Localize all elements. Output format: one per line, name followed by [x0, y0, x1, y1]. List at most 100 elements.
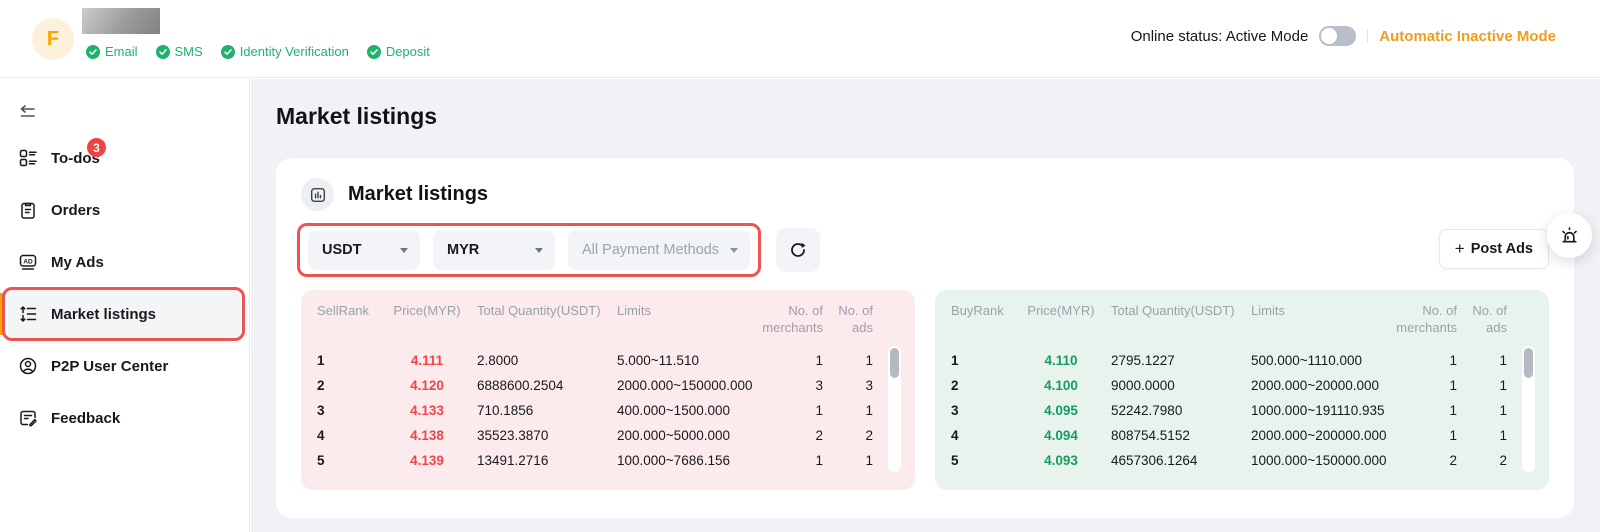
coin-select-value: USDT	[322, 242, 361, 258]
cell: 3	[759, 378, 823, 393]
sidebar-item-p2p-user-center[interactable]: P2P User Center	[8, 340, 241, 392]
badge-label: Deposit	[386, 44, 430, 59]
coin-select[interactable]: USDT	[308, 230, 420, 270]
cell: 1	[1457, 403, 1507, 418]
refresh-button[interactable]	[776, 228, 820, 272]
column-header: Total Quantity(USDT)	[477, 302, 617, 319]
cell: 2000.000~20000.000	[1251, 378, 1393, 393]
cell: 1	[1393, 353, 1457, 368]
divider	[1367, 29, 1368, 43]
cell: 2	[823, 428, 873, 443]
badge-label: Email	[105, 44, 138, 59]
sidebar-item-todos[interactable]: To-dos 3	[8, 132, 241, 184]
todos-icon	[18, 148, 38, 168]
sidebar-item-feedback[interactable]: Feedback	[8, 392, 241, 444]
chevron-down-icon	[400, 248, 408, 253]
toggle-knob	[1321, 28, 1337, 44]
cell: 4	[317, 428, 377, 443]
sidebar-menu: To-dos 3 Orders AD My Ads	[8, 132, 241, 444]
payment-method-select[interactable]: All Payment Methods	[568, 230, 750, 270]
check-icon	[156, 45, 170, 59]
cell: 1	[759, 353, 823, 368]
cell: 2000.000~150000.000	[617, 378, 759, 393]
cell: 3	[823, 378, 873, 393]
alert-fab[interactable]	[1547, 213, 1592, 258]
scrollbar-thumb[interactable]	[1524, 348, 1533, 378]
cell: 2000.000~200000.000	[1251, 428, 1393, 443]
price-cell: 4.138	[377, 428, 477, 443]
sidebar-item-label: Feedback	[51, 410, 120, 427]
cell: 500.000~1110.000	[1251, 353, 1393, 368]
market-listings-card: Market listings USDT MYR All Payment Met…	[276, 158, 1574, 518]
cell: 1	[1393, 428, 1457, 443]
filter-row: USDT MYR All Payment Methods	[301, 226, 1549, 274]
online-status-label: Online status: Active Mode	[1131, 28, 1309, 45]
cell: 35523.3870	[477, 428, 617, 443]
table-row: 34.09552242.79801000.000~191110.93511	[951, 398, 1533, 423]
fiat-select[interactable]: MYR	[433, 230, 555, 270]
user-icon	[18, 356, 38, 376]
cell: 1	[951, 353, 1011, 368]
badge-email: Email	[86, 44, 138, 59]
cell: 3	[951, 403, 1011, 418]
cell: 2	[759, 428, 823, 443]
siren-icon	[1558, 224, 1581, 247]
table-row: 54.0934657306.12641000.000~150000.00022	[951, 448, 1533, 473]
cell: 2795.1227	[1111, 353, 1251, 368]
cell: 1	[823, 453, 873, 468]
badge-label: Identity Verification	[240, 44, 349, 59]
cell: 1	[823, 353, 873, 368]
table-row: 14.1112.80005.000~11.51011	[317, 348, 899, 373]
sidebar-item-label: P2P User Center	[51, 358, 168, 375]
cell: 3	[317, 403, 377, 418]
column-header: No. of merchants	[759, 302, 823, 336]
chevron-down-icon	[730, 248, 738, 253]
column-header: SellRank	[317, 302, 377, 319]
top-header: F Email SMS Identity Verification Deposi…	[0, 0, 1600, 78]
cell: 2	[317, 378, 377, 393]
post-ads-button[interactable]: + Post Ads	[1439, 229, 1549, 269]
column-header: No. of ads	[823, 302, 873, 336]
cell: 13491.2716	[477, 453, 617, 468]
svg-text:AD: AD	[23, 258, 33, 265]
column-header: No. of ads	[1457, 302, 1507, 336]
cell: 808754.5152	[1111, 428, 1251, 443]
cell: 2	[1393, 453, 1457, 468]
avatar[interactable]: F	[32, 18, 74, 60]
active-indicator-bar	[0, 293, 5, 335]
price-cell: 4.120	[377, 378, 477, 393]
my-ads-icon: AD	[18, 252, 38, 272]
main-content: Market listings Market listings USDT MYR	[251, 79, 1600, 532]
cell: 200.000~5000.000	[617, 428, 759, 443]
check-icon	[367, 45, 381, 59]
feedback-icon	[18, 408, 38, 428]
post-ads-label: Post Ads	[1471, 241, 1533, 257]
market-listings-icon	[18, 304, 38, 324]
cell: 4657306.1264	[1111, 453, 1251, 468]
cell: 1000.000~150000.000	[1251, 453, 1393, 468]
price-cell: 4.093	[1011, 453, 1111, 468]
chevron-down-icon	[535, 248, 543, 253]
sidebar-item-label: Orders	[51, 202, 100, 219]
sidebar-item-market-listings[interactable]: Market listings	[8, 288, 241, 340]
buy-table-panel: BuyRankPrice(MYR)Total Quantity(USDT)Lim…	[935, 290, 1549, 490]
buy-table-scrollbar	[1522, 346, 1535, 472]
automatic-inactive-mode-link[interactable]: Automatic Inactive Mode	[1379, 28, 1556, 45]
annotation-filter-box: USDT MYR All Payment Methods	[297, 223, 761, 277]
table-row: 24.1009000.00002000.000~20000.00011	[951, 373, 1533, 398]
column-header: Price(MYR)	[377, 302, 477, 319]
sidebar-item-my-ads[interactable]: AD My Ads	[8, 236, 241, 288]
todos-count-badge: 3	[87, 138, 106, 157]
online-status-toggle[interactable]	[1319, 26, 1356, 46]
price-cell: 4.100	[1011, 378, 1111, 393]
cell: 1	[823, 403, 873, 418]
username-redacted	[82, 8, 160, 34]
sidebar-item-orders[interactable]: Orders	[8, 184, 241, 236]
cell: 1000.000~191110.935	[1251, 403, 1393, 418]
cell: 5	[951, 453, 1011, 468]
cell: 1	[1393, 403, 1457, 418]
table-row: 44.13835523.3870200.000~5000.00022	[317, 423, 899, 448]
cell: 9000.0000	[1111, 378, 1251, 393]
scrollbar-thumb[interactable]	[890, 348, 899, 378]
collapse-sidebar-icon[interactable]	[17, 103, 37, 123]
